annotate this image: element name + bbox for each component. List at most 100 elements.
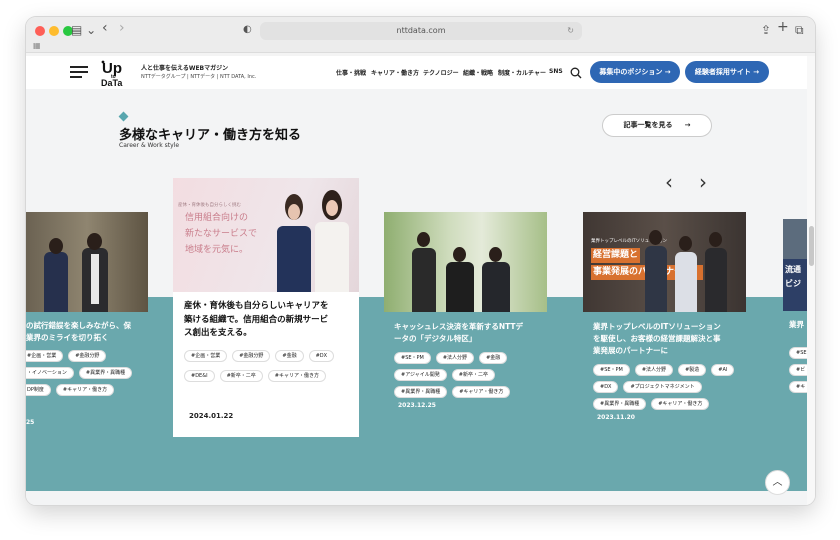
browser-window: ▤ ⌄ ‹ › ◐ nttdata.com ↻ ⇪ + ⧉ ▦ Up to DaT… [26,17,815,505]
search-icon[interactable] [570,64,582,79]
tag[interactable]: #金融分野 [68,350,107,362]
tag[interactable]: #法人分野 [435,352,475,364]
footer-strip [26,491,807,505]
tag[interactable]: #新卒・二卒 [219,370,263,382]
article-photo [384,212,547,312]
tag[interactable]: DP制度 [26,384,51,396]
article-title: キャッシュレス決済を革新するNTTデ ータの「デジタル特区」 [394,322,524,343]
tag[interactable]: #ビ [789,364,807,376]
tag-list: #企画・営業 #金融分野 ・イノベーション #異業界・異職種 DP制度 #キャリ… [26,350,145,396]
site-logo[interactable]: Up to DaTa [99,59,133,88]
tag[interactable]: #異業界・異職種 [593,398,647,410]
arrow-right-icon: → [684,121,691,129]
tag[interactable]: #企画・営業 [26,350,64,362]
page-content: Up to DaTa 人と仕事を伝えるWEBマガジン NTTデータグループ | … [26,56,815,505]
sidebar-toggle-icon[interactable]: ▤ ⌄ [71,22,96,38]
article-title: 業界トップレベルのITソリューション を駆使し、お客様の経営課題解決と事 業発展のパ… [593,322,721,355]
tag[interactable]: #SE [789,347,807,359]
tag[interactable]: #DE&I [184,370,215,382]
tag[interactable]: #SE・PM [593,364,630,376]
minimize-window-icon[interactable] [49,26,59,36]
image-headline: 信用組合向けの 新たなサービスで 地域を元気に。 [185,213,258,255]
site-tagline: 人と仕事を伝えるWEBマガジン [141,65,229,72]
tag[interactable]: #キャリア・働き方 [267,370,326,382]
tag-list: #SE #ビ #キ [789,347,807,393]
tag[interactable]: #異業界・異職種 [394,386,448,398]
tag[interactable]: #キャリア・働き方 [651,398,710,410]
tag[interactable]: #企画・営業 [184,350,228,362]
tag[interactable]: #新卒・二卒 [451,369,495,381]
tag[interactable]: ・イノベーション [26,367,74,379]
tag[interactable]: #AI [711,364,735,376]
logo-icon: Up to DaTa [101,60,123,88]
tag-list: #SE・PM #法人分野 #製造 #AI #DX #プロジェクトマネジメント #… [593,364,743,410]
article-date: 2024.01.22 [189,412,234,420]
tab-grid-icon[interactable]: ▦ [33,41,41,50]
tag[interactable]: #製造 [678,364,707,376]
scrollbar[interactable] [807,56,815,505]
nav-work[interactable]: 仕事・挑戦 [336,68,366,77]
article-card[interactable]: の試行錯誤を楽しみながら、保 業界のミライを切り拓く #企画・営業 #金融分野 ・… [26,212,148,442]
url-text: nttdata.com [396,26,446,35]
article-list-label: 記事一覧を見る [623,121,673,129]
tag[interactable]: #異業界・異職種 [78,367,133,379]
image-banner-text: 産休・育休後も自分らしく挑む [178,203,241,208]
tag[interactable]: #金融分野 [232,350,271,362]
article-photo: 流通 ビジ [783,219,807,311]
tag[interactable]: #アジャイル開発 [394,369,447,381]
menu-icon[interactable] [70,66,88,78]
tag[interactable]: #金融 [479,352,508,364]
nav-culture[interactable]: 制度・カルチャー [498,68,546,77]
section-title: 多様なキャリア・働き方を知る [119,128,302,143]
article-list-button[interactable]: 記事一覧を見る → [602,114,712,137]
nav-sns[interactable]: SNS [549,68,563,75]
scrollbar-thumb[interactable] [809,226,814,266]
address-bar[interactable]: nttdata.com ↻ [260,22,582,40]
close-window-icon[interactable] [35,26,45,36]
tag[interactable]: #DX [308,350,335,362]
image-headline: 流通 ビジ [785,265,801,288]
nav-organization[interactable]: 組織・戦略 [463,68,493,77]
tag[interactable]: #SE・PM [394,352,431,364]
privacy-shield-icon[interactable]: ◐ [243,22,252,38]
article-photo: 産休・育休後も自分らしく挑む 信用組合向けの 新たなサービスで 地域を元気に。 [173,178,359,292]
article-card[interactable]: キャッシュレス決済を革新するNTTデ ータの「デジタル特区」 #SE・PM #法人… [384,212,547,442]
article-date: 25 [26,419,35,426]
tag[interactable]: #金融 [275,350,304,362]
back-to-top-icon[interactable]: ︿ [765,470,790,495]
section-subtitle: Career & Work style [119,142,180,149]
tag[interactable]: #DX [593,381,619,393]
article-title: の試行錯誤を楽しみながら、保 業界のミライを切り拓く [26,321,131,342]
nav-technology[interactable]: テクノロジー [423,68,459,77]
tag[interactable]: #キャリア・働き方 [452,386,511,398]
back-icon[interactable]: ‹ [102,20,108,36]
article-photo [26,212,148,312]
tag-list: #企画・営業 #金融分野 #金融 #DX #DE&I #新卒・二卒 #キャリア・… [184,350,354,382]
new-tab-icon[interactable]: + [777,19,789,35]
company-line: NTTデータグループ | NTTデータ | NTT DATA, Inc. [141,74,257,80]
share-icon[interactable]: ⇪ [761,22,771,38]
article-title: 業界 [789,320,804,329]
nav-career[interactable]: キャリア・働き方 [371,68,419,77]
reload-icon[interactable]: ↻ [567,22,574,40]
svg-text:DaTa: DaTa [101,78,123,87]
article-title: 産休・育休後も自分らしいキャリアを 築ける組織で。信用組合の新規サービ ス創出を支え… [184,301,329,339]
tag[interactable]: #キャリア・働き方 [55,384,115,396]
tag[interactable]: #法人分野 [634,364,674,376]
article-date: 2023.11.20 [597,414,635,421]
carousel-next-icon[interactable]: › [699,172,707,192]
tag[interactable]: #キ [789,381,807,393]
article-card[interactable]: 流通 ビジ 業界 #SE #ビ #キ [783,219,807,439]
section-diamond-icon [118,111,129,122]
career-site-button[interactable]: 経験者採用サイト → [685,61,769,83]
carousel-prev-icon[interactable]: ‹ [665,172,673,192]
open-positions-button[interactable]: 募集中のポジション → [590,61,680,83]
tag-list: #SE・PM #法人分野 #金融 #アジャイル開発 #新卒・二卒 #異業界・異職… [394,352,544,398]
forward-icon[interactable]: › [119,20,125,36]
site-header: Up to DaTa 人と仕事を伝えるWEBマガジン NTTデータグループ | … [26,56,807,89]
tab-overview-icon[interactable]: ⧉ [795,22,804,38]
article-card[interactable]: 業界トップレベルのITソリューション 経営課題と事業発展のパートナーに。 業界ト… [583,212,746,442]
featured-article-card[interactable]: 産休・育休後も自分らしく挑む 信用組合向けの 新たなサービスで 地域を元気に。 産休… [173,178,359,437]
browser-toolbar: ▤ ⌄ ‹ › ◐ nttdata.com ↻ ⇪ + ⧉ ▦ [26,17,815,53]
tag[interactable]: #プロジェクトマネジメント [623,381,702,393]
